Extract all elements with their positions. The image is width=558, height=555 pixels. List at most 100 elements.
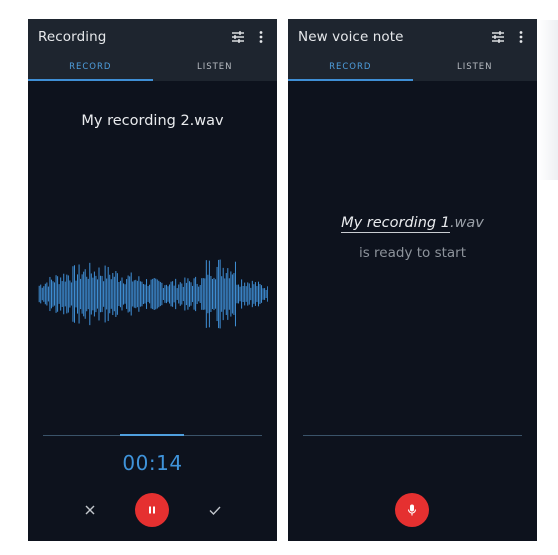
waveform-bar — [182, 286, 184, 302]
tune-icon[interactable] — [230, 29, 246, 45]
waveform-bar — [198, 286, 200, 302]
waveform-bar — [185, 282, 187, 306]
tab-indicator — [288, 79, 413, 81]
waveform-bar — [179, 282, 181, 306]
waveform-bar — [196, 283, 198, 305]
waveform-bar — [264, 288, 266, 300]
waveform-bar — [257, 281, 259, 307]
waveform-bar — [159, 281, 161, 307]
waveform-bar — [219, 259, 221, 329]
waveform-bar — [116, 273, 118, 315]
waveform-bar — [46, 282, 48, 306]
page-title: New voice note — [298, 29, 404, 45]
waveform-bar — [43, 286, 45, 302]
waveform-bar — [110, 279, 112, 309]
waveform-bar — [124, 284, 126, 304]
tab-listen[interactable]: LISTEN — [153, 57, 278, 81]
waveform-bar — [164, 285, 166, 303]
waveform-bar — [238, 284, 240, 304]
timeline-progress — [120, 434, 184, 436]
waveform-bar — [130, 272, 132, 316]
waveform-bar — [138, 276, 140, 312]
waveform-bar — [150, 279, 152, 309]
close-icon[interactable] — [82, 502, 98, 518]
waveform-bar — [248, 283, 250, 305]
waveform-bar — [233, 273, 235, 315]
pause-button[interactable] — [135, 493, 169, 527]
filename-editable[interactable]: My recording 1 — [341, 215, 450, 233]
waveform-bar — [173, 285, 175, 303]
waveform-bar — [121, 277, 123, 311]
more-vert-icon[interactable] — [513, 29, 529, 45]
waveform-bar — [242, 286, 244, 302]
waveform-bar — [156, 279, 158, 309]
waveform-bar — [256, 286, 258, 302]
more-vert-icon[interactable] — [253, 29, 269, 45]
waveform-bar — [123, 283, 125, 305]
waveform-bar — [54, 282, 56, 306]
tab-listen[interactable]: LISTEN — [413, 57, 538, 81]
timeline-track — [303, 435, 522, 436]
waveform-bar — [77, 274, 79, 314]
waveform-bar — [149, 284, 151, 304]
recording-timer: 00:14 — [122, 451, 183, 475]
waveform-bar — [106, 278, 108, 310]
waveform-bar — [254, 282, 256, 306]
waveform-bar — [101, 275, 103, 313]
waveform-bar — [60, 277, 62, 311]
waveform-bar — [98, 267, 100, 321]
check-icon[interactable] — [207, 502, 223, 518]
waveform-bar — [261, 285, 263, 303]
ready-status: is ready to start — [358, 245, 467, 261]
waveform-bar — [222, 267, 224, 321]
record-button[interactable] — [395, 493, 429, 527]
recording-screen: Recording RECORD LISTEN My recording 2.w… — [28, 19, 277, 541]
new-voice-note-screen: New voice note RECORD LISTEN My recordin… — [288, 19, 537, 541]
waveform-bar — [202, 278, 204, 310]
waveform-bar — [221, 276, 223, 312]
waveform-bar — [155, 278, 157, 310]
ready-message: My recording 1.wav is ready to start — [288, 212, 537, 261]
waveform-bar — [153, 278, 155, 310]
waveform-bar — [267, 286, 268, 302]
waveform-bar — [126, 279, 128, 309]
waveform-bar — [162, 288, 164, 300]
recording-filename[interactable]: My recording 1.wav — [339, 215, 486, 233]
recording-filename: My recording 2.wav — [81, 113, 224, 129]
waveform-bar — [49, 276, 51, 312]
tab-record[interactable]: RECORD — [288, 57, 413, 81]
waveform-bar — [58, 284, 60, 304]
waveform-bar — [176, 288, 178, 300]
waveform-bar — [169, 284, 171, 304]
waveform-bar — [115, 271, 117, 317]
waveform-bar — [193, 278, 195, 310]
waveform-bar — [112, 273, 114, 316]
waveform-bar — [40, 284, 42, 304]
waveform-bar — [144, 284, 146, 304]
waveform-bar — [170, 281, 172, 307]
waveform-bar — [38, 285, 40, 303]
waveform-bar — [225, 273, 227, 315]
waveform-bar — [181, 283, 183, 305]
waveform-bar — [244, 282, 246, 306]
waveform-bar — [195, 276, 197, 312]
waveform-bar — [205, 260, 207, 328]
waveform-bar — [96, 279, 98, 309]
tune-icon[interactable] — [490, 29, 506, 45]
waveform-bar — [92, 277, 94, 311]
waveform — [38, 259, 268, 329]
waveform-bar — [227, 268, 229, 320]
tab-record[interactable]: RECORD — [28, 57, 153, 81]
waveform-bar — [104, 265, 106, 323]
waveform-bar — [210, 275, 212, 313]
waveform-bar — [86, 276, 88, 312]
tab-bar: RECORD LISTEN — [288, 57, 537, 81]
waveform-bar — [184, 277, 186, 311]
waveform-bar — [132, 281, 134, 307]
waveform-bar — [67, 275, 69, 313]
app-bar: Recording RECORD LISTEN — [28, 19, 277, 81]
waveform-bar — [211, 279, 213, 309]
waveform-bar — [147, 286, 149, 302]
waveform-bar — [72, 266, 74, 322]
tab-bar: RECORD LISTEN — [28, 57, 277, 81]
